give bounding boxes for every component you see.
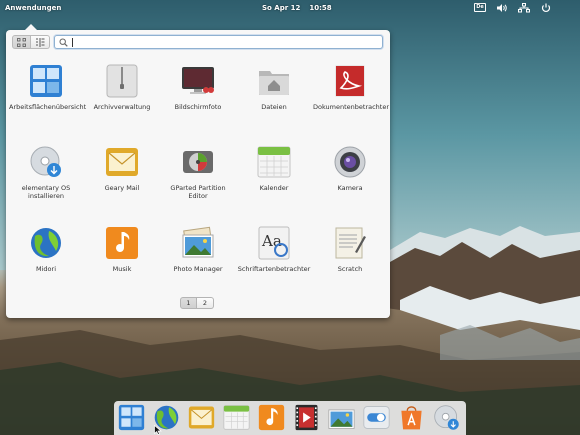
scratch-editor-icon [335,227,366,259]
dock-items [117,404,461,431]
app-tile[interactable]: elementary OS installieren [8,145,84,226]
workspace-overview-icon [30,65,62,97]
indicator-area: De [474,3,552,13]
svg-text:Aa: Aa [261,232,282,250]
app-label: Musik [112,265,132,273]
midori-globe-icon [31,228,61,258]
search-field[interactable] [54,35,383,49]
gparted-icon [183,151,213,173]
app-label: Photo Manager [173,265,223,273]
mail-icon[interactable] [187,404,216,431]
font-viewer-icon: Aa [258,226,290,260]
clock[interactable]: So Apr 12 10:58 [262,4,341,12]
camera-icon [334,146,366,178]
time-label: 10:58 [309,4,332,12]
app-tile[interactable]: Midori [8,226,84,307]
workspace-overview-icon[interactable] [117,404,146,431]
applications-menu-button[interactable]: Anwendungen [5,4,61,12]
archive-manager-icon [106,64,138,98]
app-tile[interactable]: Bildschirmfoto [160,64,236,145]
volume-icon[interactable] [496,3,508,13]
app-tile[interactable]: Scratch [312,226,388,307]
grid-view-icon [17,37,26,47]
app-label: Geary Mail [104,184,140,192]
calendar-icon[interactable] [222,404,251,431]
app-label: Archivverwaltung [93,103,151,111]
music-note-icon [106,227,138,259]
page-switcher: 1 2 [180,297,214,309]
app-label: Schriftartenbetrachter [237,265,311,273]
app-tile[interactable]: Musik [84,226,160,307]
mail-icon [106,148,138,176]
screenshot-icon [182,67,214,94]
mouse-pointer-icon [154,425,162,435]
calendar-icon [257,146,291,178]
power-icon[interactable] [540,3,552,13]
installer-disc-icon [30,146,61,177]
application-launcher: Arbeitsflächenübersicht Archivverwaltung… [6,24,390,318]
app-tile[interactable]: GParted Partition Editor [160,145,236,226]
page-2-button[interactable]: 2 [197,297,214,309]
app-tile[interactable]: Geary Mail [84,145,160,226]
app-label: elementary OS installieren [21,184,71,200]
app-label: Arbeitsflächenübersicht [9,103,87,111]
list-view-icon [35,37,44,47]
app-label: GParted Partition Editor [170,184,226,200]
page-1-button[interactable]: 1 [180,297,197,309]
view-mode-switcher [12,35,50,49]
category-view-button[interactable] [31,35,50,49]
app-tile[interactable]: Aa Schriftartenbetrachter [236,226,312,307]
grid-view-button[interactable] [12,35,31,49]
search-input[interactable] [72,38,73,47]
settings-toggle-icon[interactable] [362,404,391,431]
top-panel: Anwendungen So Apr 12 10:58 De [0,0,580,16]
app-tile[interactable]: Kamera [312,145,388,226]
app-tile[interactable]: Dokumentenbetrachter [312,64,390,145]
app-tile[interactable]: Archivverwaltung [84,64,160,145]
app-tile[interactable]: Photo Manager [160,226,236,307]
music-note-icon[interactable] [257,404,286,431]
app-center-icon[interactable] [397,404,426,431]
document-viewer-icon [335,65,365,97]
app-grid: Arbeitsflächenübersicht Archivverwaltung… [6,64,390,307]
app-tile[interactable]: Dateien [236,64,312,145]
keyboard-layout-indicator[interactable]: De [474,3,486,12]
app-tile[interactable]: Kalender [236,145,312,226]
photo-manager-icon [182,226,214,258]
app-label: Dokumentenbetrachter [313,103,390,111]
app-label: Bildschirmfoto [174,103,222,111]
app-label: Kamera [337,184,363,192]
app-label: Scratch [337,265,363,273]
app-label: Dateien [261,103,287,111]
photo-manager-icon[interactable] [327,404,356,431]
date-label: So Apr 12 [262,4,301,12]
installer-disc-icon[interactable] [432,404,461,431]
search-icon [59,38,68,47]
app-label: Midori [36,265,56,273]
app-label: Kalender [259,184,289,192]
files-folder-icon [259,71,289,95]
video-player-icon[interactable] [292,404,321,431]
app-tile[interactable]: Arbeitsflächenübersicht [8,64,87,145]
network-icon[interactable] [518,3,530,13]
